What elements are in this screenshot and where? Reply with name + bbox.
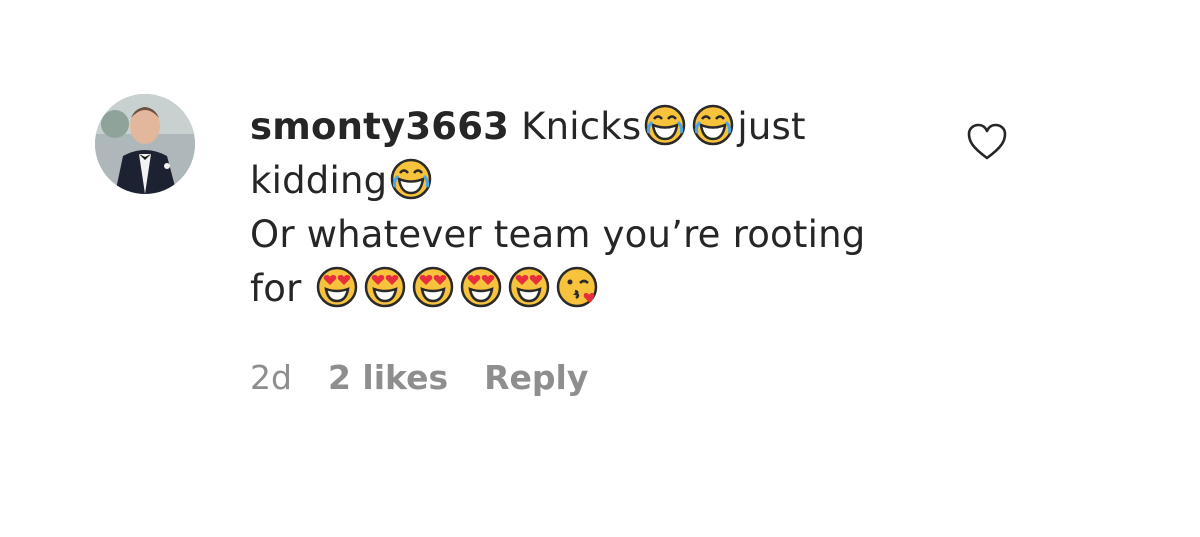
face-with-tears-of-joy-icon xyxy=(389,157,433,201)
smiling-face-with-heart-eyes-icon xyxy=(315,265,359,309)
comment-likes-count[interactable]: 2 likes xyxy=(328,358,448,397)
smiling-face-with-heart-eyes-icon xyxy=(411,265,455,309)
comment-meta: 2d 2 likes Reply xyxy=(250,356,624,400)
reply-button[interactable]: Reply xyxy=(484,358,588,397)
like-heart-icon[interactable] xyxy=(966,122,1008,162)
comment-text: just xyxy=(737,105,806,148)
comment-text: Knicks xyxy=(521,105,642,148)
comment: smonty3663 Knicks just kidding Or whatever… xyxy=(0,0,1200,537)
face-blowing-a-kiss-icon xyxy=(555,265,599,309)
comment-body: smonty3663 Knicks just kidding Or whatever… xyxy=(250,100,930,316)
comment-text: kidding xyxy=(250,159,388,202)
smiling-face-with-heart-eyes-icon xyxy=(459,265,503,309)
comment-timestamp[interactable]: 2d xyxy=(250,358,292,397)
comment-text: for xyxy=(250,267,302,310)
smiling-face-with-heart-eyes-icon xyxy=(507,265,551,309)
comment-text: Or whatever team you’re rooting xyxy=(250,213,866,256)
smiling-face-with-heart-eyes-icon xyxy=(363,265,407,309)
avatar[interactable] xyxy=(95,94,195,194)
comment-username[interactable]: smonty3663 xyxy=(250,105,509,148)
face-with-tears-of-joy-icon xyxy=(643,103,687,147)
face-with-tears-of-joy-icon xyxy=(691,103,735,147)
